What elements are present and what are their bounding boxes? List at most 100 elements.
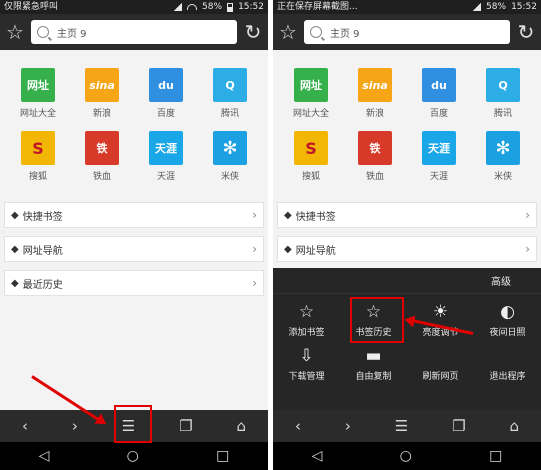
battery-icon <box>227 2 234 12</box>
list-item[interactable]: ◆ 网址导航 › <box>277 236 537 262</box>
menu-item-free-copy[interactable]: ▬ 自由复制 <box>340 346 407 382</box>
status-time: 15:52 <box>511 2 537 12</box>
app-tile[interactable]: 天涯 天涯 <box>134 131 198 182</box>
highlight-box <box>350 297 404 343</box>
wangzhi-icon: 网址 <box>294 68 328 102</box>
signal-icon <box>174 3 183 11</box>
wangzhi-icon: 网址 <box>21 68 55 102</box>
app-tile[interactable]: 天涯 天涯 <box>407 131 471 182</box>
app-label: 米侠 <box>493 172 512 182</box>
mixia-icon: ✻ <box>213 131 247 165</box>
app-tile[interactable]: sina 新浪 <box>70 68 134 119</box>
status-text: 仅限紧急呼叫 <box>4 2 59 12</box>
bullet-icon: ◆ <box>11 209 19 221</box>
status-time: 15:52 <box>238 2 264 12</box>
baidu-icon: du <box>149 68 183 102</box>
menu-item-refresh[interactable]: 刷新网页 <box>407 346 474 382</box>
chevron-right-icon: › <box>525 208 530 222</box>
menu-grid: ☆ 添加书签 ☆ 书签历史 ☀ 亮度调节 ◐ 夜间日照 ⇩ 下载管理 ▬ 自由复制 刷新网页… <box>273 294 541 382</box>
right-screen: 正在保存屏幕截图... 58% 15:52 ☆ 主页 9 ↻ 网址 网址大全 si… <box>273 0 541 470</box>
tiexue-icon: 铁 <box>85 131 119 165</box>
app-tile[interactable]: ✻ 米侠 <box>198 131 262 182</box>
forward-icon[interactable]: › <box>345 417 351 435</box>
list-item-label: 快捷书签 <box>295 211 336 223</box>
advanced-tab[interactable]: 高级 <box>491 273 511 288</box>
system-recent-icon[interactable]: □ <box>489 448 502 464</box>
app-label: 铁血 <box>92 172 111 182</box>
app-label: 米侠 <box>220 172 239 182</box>
system-home-icon[interactable]: ○ <box>400 448 412 464</box>
system-home-icon[interactable]: ○ <box>127 448 139 464</box>
system-back-icon[interactable]: ◁ <box>39 448 50 464</box>
search-icon <box>37 26 49 38</box>
list-item[interactable]: ◆ 最近历史 › <box>4 270 264 296</box>
sina-icon: sina <box>85 68 119 102</box>
app-tile[interactable]: sina 新浪 <box>343 68 407 119</box>
app-tile[interactable]: S 搜狐 <box>6 131 70 182</box>
app-tile[interactable]: du 百度 <box>407 68 471 119</box>
menu-item-label: 夜间日照 <box>489 328 526 338</box>
app-tile[interactable]: 网址 网址大全 <box>6 68 70 119</box>
system-recent-icon[interactable]: □ <box>216 448 229 464</box>
quick-list: ◆ 快捷书签 › ◆ 网址导航 › <box>273 202 541 262</box>
refresh-icon[interactable]: ↻ <box>241 20 265 44</box>
status-bar: 正在保存屏幕截图... 58% 15:52 <box>273 0 541 14</box>
copy-icon: ▬ <box>365 346 382 366</box>
sina-icon: sina <box>358 68 392 102</box>
back-icon[interactable]: ‹ <box>22 417 28 435</box>
app-tile[interactable]: 铁铁血 <box>70 131 134 182</box>
left-screen: 仅限紧急呼叫 58% 15:52 ☆ 主页 9 ↻ 网址网址大全 sina 新浪 … <box>0 0 268 470</box>
system-nav-bar: ◁ ○ □ <box>273 442 541 470</box>
bullet-icon: ◆ <box>11 243 19 255</box>
menu-item-add-bookmark[interactable]: ☆ 添加书签 <box>273 302 340 338</box>
app-label: 天涯 <box>156 172 175 182</box>
browser-menu-panel: 高级 ☆ 添加书签 ☆ 书签历史 ☀ 亮度调节 ◐ 夜间日照 ⇩ 下载管理 ▬ 自由复制 刷… <box>273 268 541 410</box>
home-icon[interactable]: ⌂ <box>509 417 519 435</box>
tabs-icon[interactable]: ❐ <box>179 417 192 435</box>
refresh-icon[interactable]: ↻ <box>514 20 538 44</box>
search-input[interactable]: 主页 9 <box>31 20 237 44</box>
browser-nav-bar: ‹ › ☰ ❐ ⌂ <box>273 410 541 442</box>
sohu-icon: S <box>21 131 55 165</box>
bullet-icon: ◆ <box>284 209 292 221</box>
list-item[interactable]: ◆ 网址导航 › <box>4 236 264 262</box>
app-tile[interactable]: 网址 网址大全 <box>279 68 343 119</box>
tabs-icon[interactable]: ❐ <box>452 417 465 435</box>
app-label: 网址大全 <box>19 109 56 119</box>
status-bar: 仅限紧急呼叫 58% 15:52 <box>0 0 268 14</box>
sohu-icon: S <box>294 131 328 165</box>
app-tile[interactable]: du 百度 <box>134 68 198 119</box>
menu-icon[interactable]: ☰ <box>395 417 408 435</box>
search-input[interactable]: 主页 9 <box>304 20 510 44</box>
app-tile[interactable]: ✻ 米侠 <box>471 131 535 182</box>
system-back-icon[interactable]: ◁ <box>312 448 323 464</box>
chevron-right-icon: › <box>252 208 257 222</box>
app-tile[interactable]: 铁铁血 <box>343 131 407 182</box>
menu-item-downloads[interactable]: ⇩ 下载管理 <box>273 346 340 382</box>
search-text: 主页 9 <box>57 28 87 40</box>
wifi-icon <box>187 4 198 10</box>
star-icon[interactable]: ☆ <box>3 20 27 44</box>
app-tile[interactable]: S 搜狐 <box>279 131 343 182</box>
menu-item-label: 添加书签 <box>288 328 325 338</box>
highlight-box <box>114 405 152 443</box>
home-icon[interactable]: ⌂ <box>236 417 246 435</box>
tianya-icon: 天涯 <box>422 131 456 165</box>
list-item-label: 最近历史 <box>22 279 63 291</box>
app-tile[interactable]: Q 腾讯 <box>471 68 535 119</box>
menu-item-exit[interactable]: 退出程序 <box>474 346 541 382</box>
forward-icon[interactable]: › <box>72 417 78 435</box>
tencent-icon: Q <box>486 68 520 102</box>
list-item[interactable]: ◆ 快捷书签 › <box>277 202 537 228</box>
app-tile[interactable]: Q 腾讯 <box>198 68 262 119</box>
app-grid: 网址网址大全 sina 新浪 du 百度 Q 腾讯 S 搜狐 铁铁血 天涯 天涯 ✻ 米侠 <box>0 50 268 182</box>
back-icon[interactable]: ‹ <box>295 417 301 435</box>
app-label: 铁血 <box>365 172 384 182</box>
menu-item-night-mode[interactable]: ◐ 夜间日照 <box>474 302 541 338</box>
browser-toolbar: ☆ 主页 9 ↻ <box>0 14 268 50</box>
bullet-icon: ◆ <box>11 277 19 289</box>
app-label: 新浪 <box>92 109 111 119</box>
list-item[interactable]: ◆ 快捷书签 › <box>4 202 264 228</box>
brightness-icon: ☀ <box>432 302 449 322</box>
star-icon[interactable]: ☆ <box>276 20 300 44</box>
